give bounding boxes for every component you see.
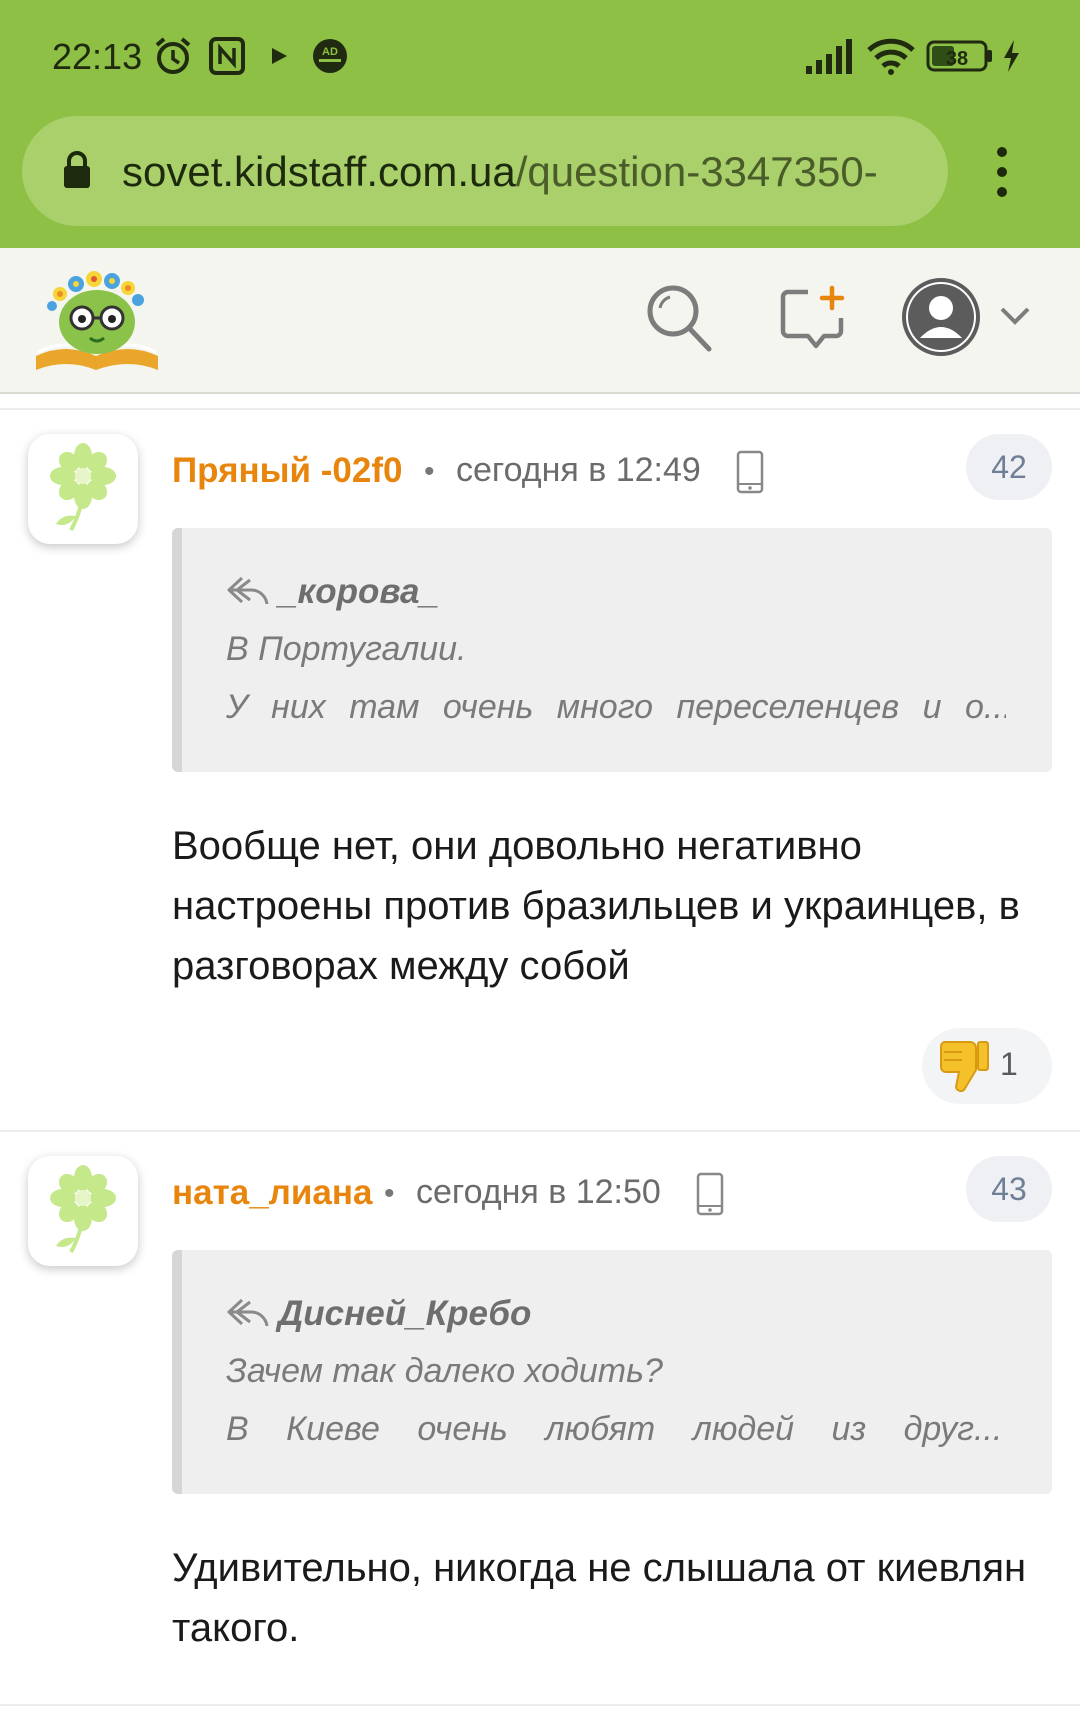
url-text[interactable]: sovet.kidstaff.com.ua/question-3347350- <box>122 148 932 196</box>
lock-icon <box>64 151 90 188</box>
new-post-icon[interactable] <box>778 284 846 354</box>
reaction-button[interactable]: 1 <box>922 1028 1052 1104</box>
signal-icon <box>806 39 852 74</box>
ad-blocker-icon: AD <box>313 39 347 73</box>
comment-author[interactable]: Пряный -02f0 <box>172 451 402 491</box>
comment-text: Удивительно, никогда не слышала от киевл… <box>172 1546 1027 1650</box>
kidstaff-logo[interactable] <box>32 264 162 376</box>
mobile-phone-icon <box>696 1172 724 1216</box>
status-time: 22:13 <box>52 36 143 77</box>
battery-icon: 38 <box>926 40 992 72</box>
play-icon <box>272 48 287 64</box>
separator-dot: • <box>424 455 435 488</box>
comment-text: Вообще нет, они довольно негативно настр… <box>172 824 1020 988</box>
reaction-count: 1 <box>1000 1046 1018 1082</box>
quote-author[interactable]: Дисней_Кребо <box>278 1294 531 1334</box>
quote-line: У них там очень много переселенцев и о..… <box>226 688 1006 726</box>
thumbs-down-icon <box>940 1041 989 1093</box>
wifi-icon <box>867 38 915 75</box>
comment-divider <box>0 1704 1080 1706</box>
browser-chrome: 22:13 AD 38 sovet.kidstaff.com.ua/questi… <box>0 0 1080 248</box>
quote-line: В Киеве очень любят людей из друг... <box>226 1410 1003 1448</box>
comment-divider <box>0 408 1080 410</box>
quote-author[interactable]: _корова_ <box>278 572 439 612</box>
mobile-phone-icon <box>736 450 764 494</box>
avatar[interactable] <box>28 434 138 544</box>
comment-time: сегодня в 12:49 <box>456 451 701 489</box>
comment-number-badge[interactable]: 43 <box>966 1156 1052 1222</box>
quote-block[interactable]: Дисней_Кребо Зачем так далеко ходить? В … <box>172 1250 1052 1494</box>
quote-block[interactable]: _корова_ В Португалии. У них там очень м… <box>172 528 1052 772</box>
user-avatar-icon[interactable] <box>900 276 982 358</box>
comment-divider <box>0 1130 1080 1132</box>
charging-icon <box>1004 40 1019 72</box>
comment-author[interactable]: ната_лиана <box>172 1173 373 1213</box>
comment-time: сегодня в 12:50 <box>416 1173 661 1211</box>
flower-avatar-icon <box>50 1165 116 1253</box>
quote-line: Зачем так далеко ходить? <box>226 1352 663 1390</box>
reply-arrow-icon <box>227 576 269 605</box>
quote-line: В Португалии. <box>226 630 467 668</box>
more-vert-icon[interactable] <box>990 145 1014 199</box>
status-bar: 22:13 AD 38 <box>0 0 1080 115</box>
search-icon[interactable] <box>644 282 714 354</box>
comment-number-badge[interactable]: 42 <box>966 434 1052 500</box>
svg-text:38: 38 <box>946 48 968 70</box>
chevron-down-icon[interactable] <box>998 304 1032 328</box>
nfc-icon <box>209 37 245 75</box>
reply-arrow-icon <box>227 1298 269 1327</box>
flower-avatar-icon <box>50 443 116 531</box>
avatar[interactable] <box>28 1156 138 1266</box>
svg-text:AD: AD <box>322 46 338 58</box>
alarm-icon <box>155 37 191 74</box>
separator-dot: • <box>384 1177 395 1210</box>
